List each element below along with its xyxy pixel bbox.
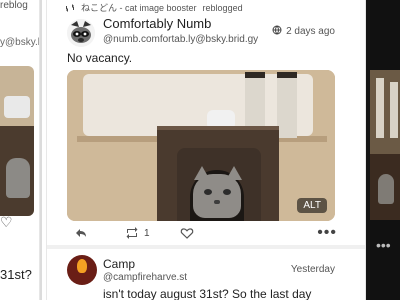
more-options-icon[interactable]: •••: [317, 224, 337, 242]
avatar[interactable]: [67, 255, 97, 285]
post-image[interactable]: ALT: [67, 70, 335, 221]
reply-icon[interactable]: [73, 225, 89, 241]
right-image-post-2: [390, 82, 398, 138]
post-author-handle[interactable]: @numb.comfortab.ly@bsky.brid.gy: [103, 34, 258, 45]
right-image-cat: [378, 174, 394, 204]
boost-button[interactable]: 1: [124, 225, 150, 241]
left-boost-text: reblog: [0, 0, 28, 11]
boost-icon-action: [124, 225, 140, 241]
post2-author-name[interactable]: Camp: [103, 257, 135, 271]
scratch-post-2: [277, 72, 297, 138]
boost-line: ねこどん - cat image booster reblogged: [65, 1, 243, 14]
left-phone-preview: reblog y@bsky.b ♡ 31st?: [0, 0, 40, 300]
post2-author-handle[interactable]: @campfireharve.st: [103, 272, 187, 283]
left-image: [0, 66, 34, 216]
post2-time: Yesterday: [290, 264, 335, 275]
boost-count: 1: [144, 227, 150, 239]
left-heart-icon[interactable]: ♡: [0, 214, 13, 231]
right-more-icon[interactable]: •••: [376, 237, 391, 253]
globe-icon: [272, 25, 282, 38]
right-phone-preview: •••: [370, 0, 400, 300]
alt-badge[interactable]: ALT: [297, 198, 327, 213]
favorite-icon[interactable]: [179, 225, 195, 241]
avatar-raccoon-icon: [67, 19, 95, 47]
right-image: [370, 70, 400, 220]
boost-line-text[interactable]: ねこどん - cat image booster: [81, 1, 197, 14]
cat-eye-right: [223, 189, 231, 195]
left-image-cat: [6, 158, 30, 198]
post2-content: isn't today august 31st? So the last day: [103, 287, 312, 300]
main-feed: ねこどん - cat image booster reblogged Comfo…: [46, 0, 366, 300]
cat-eye-left: [204, 189, 212, 195]
avatar[interactable]: [67, 19, 95, 47]
post-card[interactable]: Comfortably Numb @numb.comfortab.ly@bsky…: [47, 16, 365, 244]
cat-nose: [214, 200, 220, 204]
post-actions: 1 •••: [67, 224, 337, 242]
post-content: No vacancy.: [67, 51, 133, 65]
post-time: 2 days ago: [272, 25, 335, 38]
boost-line-action: reblogged: [202, 2, 243, 13]
left-handle: y@bsky.b: [0, 37, 40, 48]
cat-head: [193, 174, 241, 218]
left-post-text: 31st?: [0, 267, 32, 282]
left-image-window: [4, 96, 30, 118]
post-card-2[interactable]: Camp @campfireharve.st Yesterday isn't t…: [47, 252, 365, 300]
right-image-post-1: [376, 78, 384, 138]
post-divider: [47, 245, 365, 249]
flame-icon: [77, 259, 87, 273]
post-author-name[interactable]: Comfortably Numb: [103, 16, 211, 31]
boost-icon: [65, 3, 75, 13]
post-time-text: 2 days ago: [286, 26, 335, 37]
